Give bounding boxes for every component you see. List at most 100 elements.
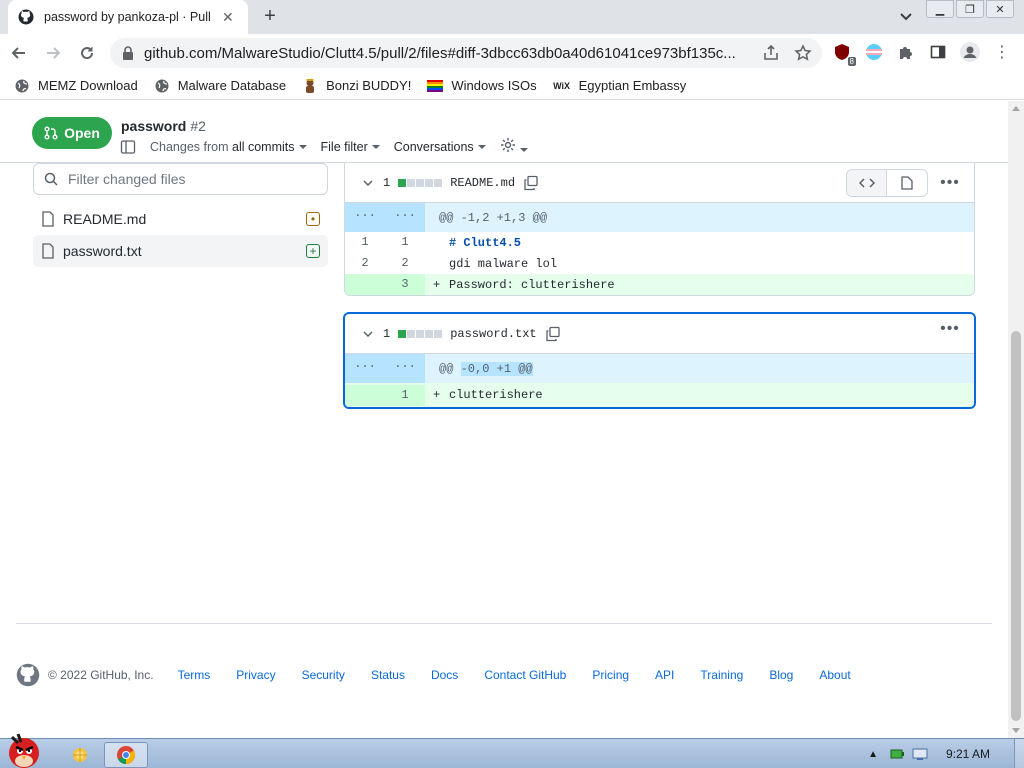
bookmark-egyptian-embassy[interactable]: WiX Egyptian Embassy (553, 78, 686, 94)
github-page: Open password #2 Changes from all commits… (0, 101, 1008, 738)
diff-line: 1 1 # Clutt4.5 (361, 235, 522, 250)
pr-title: password #2 (121, 118, 206, 134)
changed-files-tree: README.md • password.txt + (33, 203, 328, 267)
address-bar[interactable]: github.com/MalwareStudio/Clutt4.5/pull/2… (110, 38, 822, 68)
footer-link-pricing[interactable]: Pricing (592, 668, 629, 682)
pull-request-icon (44, 126, 58, 140)
bookmark-windows-isos[interactable]: Windows ISOs (427, 78, 537, 94)
footer-link-privacy[interactable]: Privacy (236, 668, 275, 682)
footer-copyright: © 2022 GitHub, Inc. (48, 668, 154, 682)
globe-icon (154, 78, 170, 94)
close-window-icon[interactable]: ✕ (986, 0, 1014, 18)
browser-tab[interactable]: password by pankoza-pl · Pull ✕ (8, 0, 248, 34)
view-toggle (846, 169, 928, 197)
more-options-icon[interactable]: ••• (938, 320, 962, 338)
restore-icon[interactable]: ❐ (956, 0, 984, 18)
tray-arrow-up-icon[interactable]: ▲ (868, 749, 878, 760)
chevron-down-icon[interactable] (363, 178, 373, 188)
pr-state-badge: Open (32, 117, 112, 149)
footer-link-api[interactable]: API (655, 668, 674, 682)
bonzi-icon (302, 78, 318, 94)
changes-from-dropdown[interactable]: Changes from all commits (150, 140, 307, 154)
file-name: password.txt (63, 243, 142, 259)
copy-icon[interactable] (523, 175, 539, 191)
more-options-icon[interactable]: ••• (938, 174, 962, 192)
copy-icon[interactable] (545, 326, 561, 342)
footer-link-contact[interactable]: Contact GitHub (484, 668, 566, 682)
diff-change-count: 1 (383, 175, 391, 190)
bookmark-bonzi-buddy[interactable]: Bonzi BUDDY! (302, 78, 411, 94)
tab-search-icon[interactable] (896, 6, 916, 26)
footer-link-training[interactable]: Training (700, 668, 743, 682)
show-desktop-button[interactable] (1014, 739, 1024, 768)
scroll-up-icon[interactable] (1012, 106, 1020, 111)
bookmark-memz[interactable]: MEMZ Download (14, 78, 138, 94)
minimize-icon[interactable]: ▁ (926, 0, 954, 18)
rainbow-flag-icon (427, 78, 444, 94)
settings-dropdown[interactable] (500, 137, 528, 156)
side-panel-icon[interactable] (928, 42, 948, 62)
page-scrollbar[interactable] (1008, 101, 1024, 738)
ublock-extension-icon[interactable]: 8 (832, 42, 856, 66)
expand-hunk-icon[interactable]: ... (345, 203, 385, 232)
caret-down-icon (298, 145, 307, 150)
file-tree-item-readme[interactable]: README.md • (33, 203, 328, 235)
expand-hunk-icon[interactable]: ... (385, 203, 425, 232)
pr-toolbar: Changes from all commits File filter Con… (120, 137, 528, 156)
file-filter-dropdown[interactable]: File filter (321, 140, 380, 154)
share-icon[interactable] (762, 44, 780, 62)
globe-icon (14, 78, 30, 94)
chevron-down-icon[interactable] (363, 329, 373, 339)
rich-view-icon[interactable] (887, 170, 927, 196)
footer-link-security[interactable]: Security (302, 668, 345, 682)
profile-avatar-icon[interactable] (960, 42, 980, 62)
menu-kebab-icon[interactable]: ⋮ (992, 42, 1012, 62)
network-icon[interactable] (912, 748, 928, 760)
bookmark-star-icon[interactable] (794, 44, 812, 62)
diff-header: 1 README.md ••• (345, 163, 974, 203)
diff-password: 1 password.txt ••• ... ... @@ -0,0 +1 @@… (343, 312, 976, 409)
bookmarks-bar: MEMZ Download Malware Database Bonzi BUD… (0, 72, 1024, 100)
diffstat-blocks (398, 329, 443, 338)
file-tree-item-password[interactable]: password.txt + (33, 235, 328, 267)
taskbar-explorer-icon[interactable] (60, 742, 100, 768)
start-button-angry-bird-icon[interactable] (2, 731, 48, 768)
footer-link-blog[interactable]: Blog (769, 668, 793, 682)
expand-hunk-icon[interactable]: ... (345, 354, 385, 383)
expand-hunk-icon[interactable]: ... (385, 354, 425, 383)
footer-link-status[interactable]: Status (371, 668, 405, 682)
file-icon (42, 243, 54, 259)
pride-extension-icon[interactable] (864, 42, 884, 62)
forward-icon[interactable] (38, 38, 68, 68)
footer-link-about[interactable]: About (819, 668, 850, 682)
reload-icon[interactable] (72, 38, 102, 68)
filter-files-field[interactable] (33, 163, 328, 195)
extensions-puzzle-icon[interactable] (896, 42, 916, 62)
code-view-icon[interactable] (847, 170, 887, 196)
bookmark-malware-database[interactable]: Malware Database (154, 78, 286, 94)
caret-down-icon (519, 147, 528, 152)
taskbar-chrome-icon[interactable] (104, 742, 148, 768)
scrollbar-thumb[interactable] (1011, 331, 1021, 721)
sidebar-toggle-icon[interactable] (120, 139, 136, 155)
footer-link-docs[interactable]: Docs (431, 668, 458, 682)
battery-icon[interactable] (890, 748, 904, 760)
back-icon[interactable] (4, 38, 34, 68)
diff-filename[interactable]: password.txt (450, 327, 536, 341)
lock-icon[interactable] (122, 46, 134, 60)
scroll-down-icon[interactable] (1012, 728, 1020, 733)
close-tab-icon[interactable]: ✕ (222, 9, 234, 26)
filter-files-input[interactable] (68, 171, 308, 187)
github-logo-icon[interactable] (16, 663, 40, 687)
file-modified-icon: • (306, 212, 320, 226)
diff-filename[interactable]: README.md (450, 176, 515, 190)
new-tab-icon[interactable]: + (258, 4, 282, 28)
footer-link-terms[interactable]: Terms (178, 668, 211, 682)
search-icon (44, 172, 58, 186)
footer-divider (16, 623, 992, 624)
diff-line-added: 3 + Password: clutterishere (345, 274, 974, 295)
github-icon (18, 9, 34, 25)
diff-line: 2 2 gdi malware lol (361, 256, 558, 271)
taskbar-clock[interactable]: 9:21 AM (946, 747, 990, 761)
conversations-dropdown[interactable]: Conversations (394, 140, 486, 154)
